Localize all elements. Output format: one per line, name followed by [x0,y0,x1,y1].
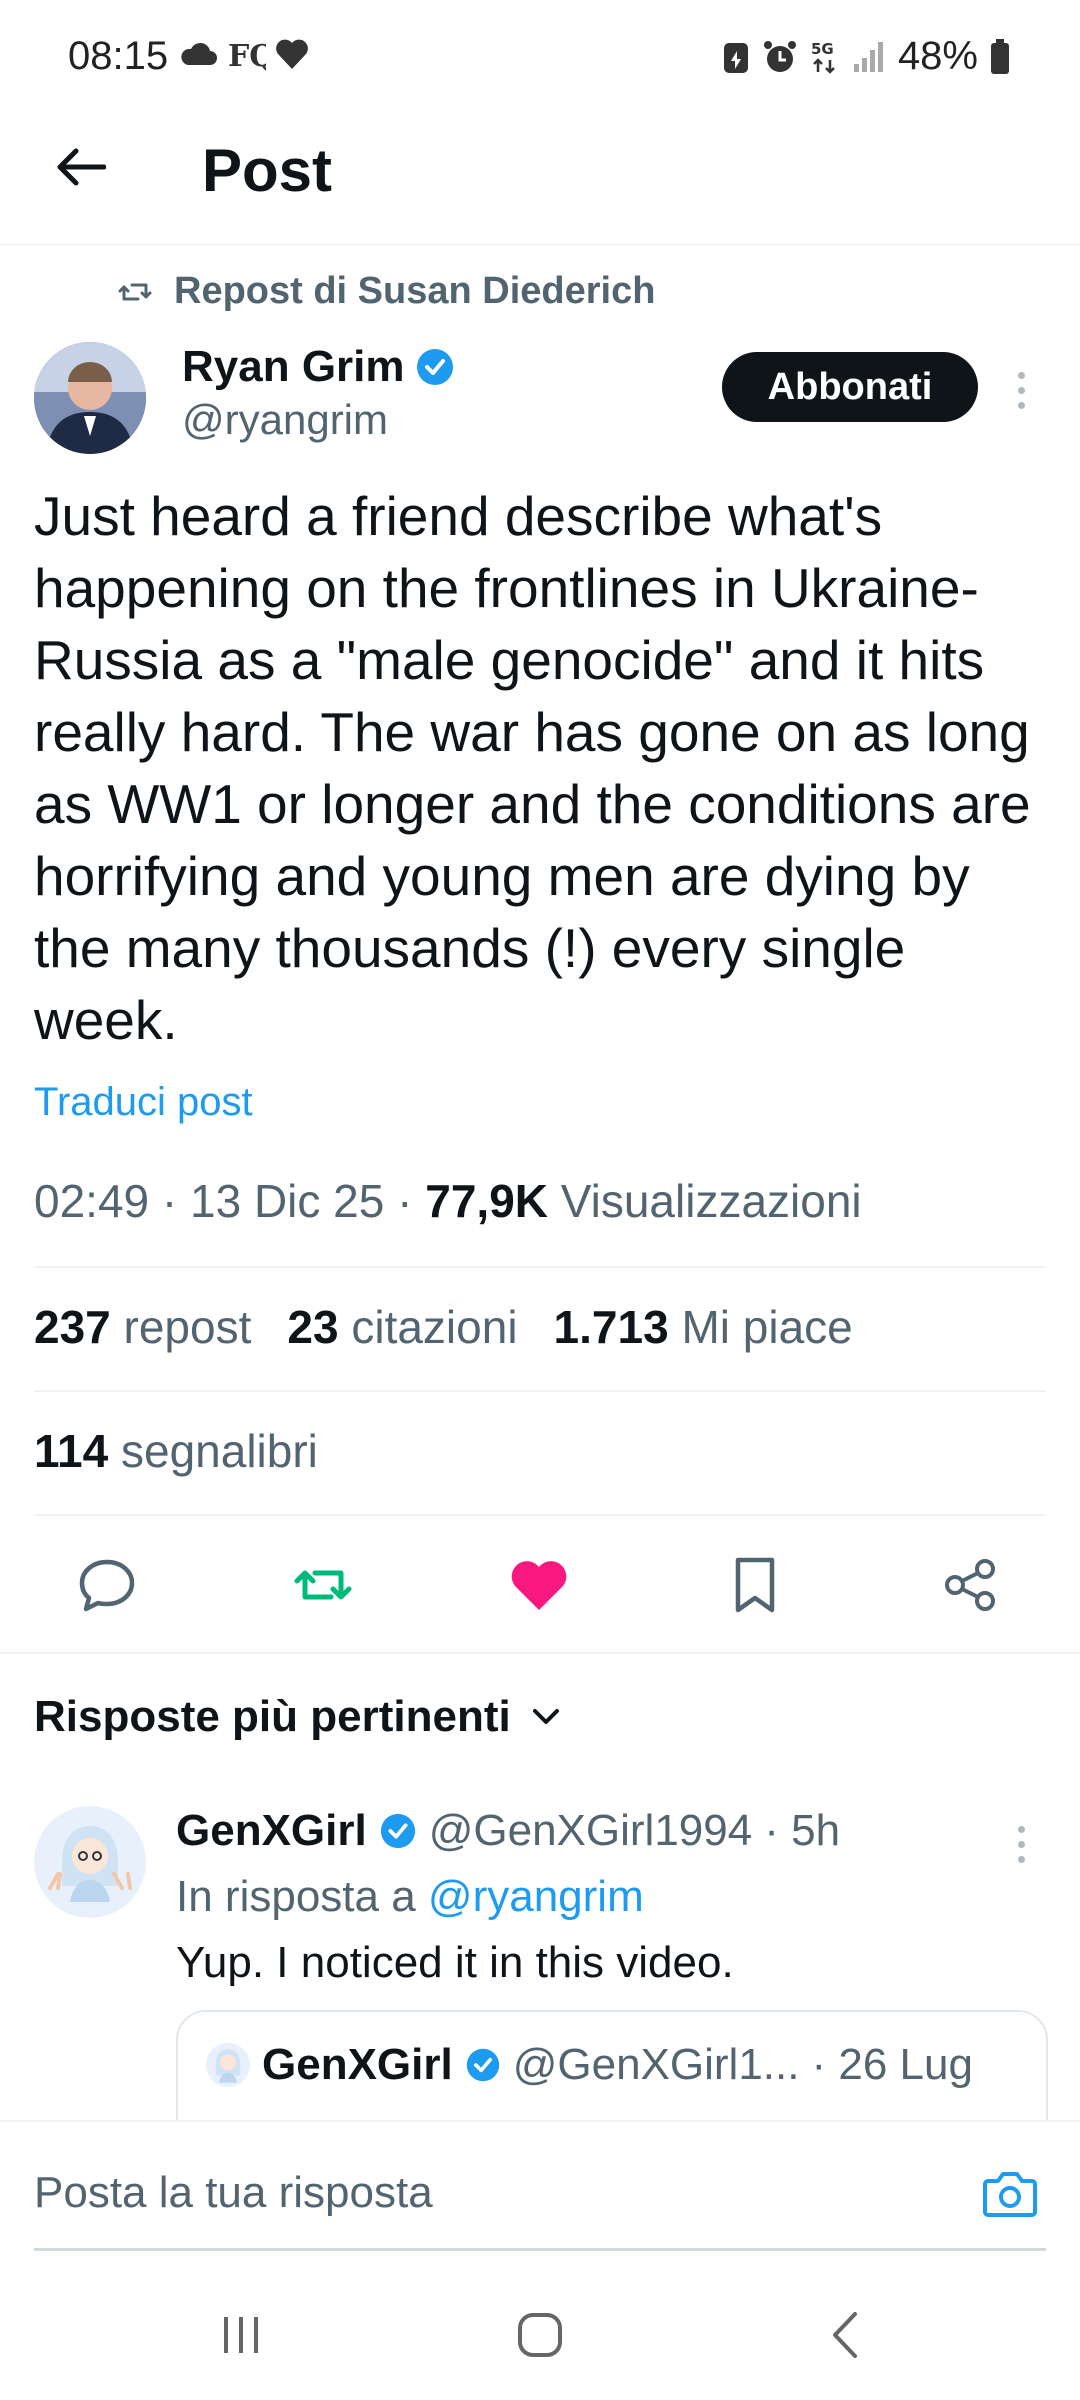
quote-author-name: GenXGirl [262,2040,453,2089]
repost-context[interactable]: Repost di Susan Diederich [118,270,655,313]
likes-label: Mi piace [681,1301,853,1353]
divider [34,1514,1046,1516]
post-time: 02:49 [34,1175,150,1227]
system-nav-bar [0,2270,1080,2400]
quote-date: · 26 Lug [811,2040,973,2089]
verified-badge-icon [466,2048,499,2082]
replies-sort-dropdown[interactable]: Risposte più pertinenti [34,1692,561,1742]
replies-sort-label: Risposte più pertinenti [34,1692,511,1741]
quotes-stat[interactable]: 23 citazioni [287,1300,517,1354]
reply-button[interactable] [62,1540,152,1630]
views-count: 77,9K [425,1175,548,1227]
signal-icon [853,41,883,72]
recent-apps-icon [224,2317,258,2353]
share-button[interactable] [926,1540,1016,1630]
battery-saver-icon [723,42,748,73]
quote-author-handle: @GenXGirl1... [512,2040,800,2089]
post-date: 13 Dic 25 [190,1175,385,1227]
arrow-left-icon [57,148,106,186]
author-name[interactable]: Ryan Grim [182,342,455,392]
camera-button[interactable] [980,2164,1040,2224]
reply-to-prefix: In risposta a [176,1872,416,1921]
home-icon [518,2313,562,2357]
divider [34,1266,1046,1268]
post-meta: 02:49 · 13 Dic 25 · 77,9K Visualizzazion… [34,1174,862,1228]
author-handle[interactable]: @ryangrim [182,396,388,444]
quote-avatar [206,2043,250,2087]
reply-header: GenXGirl @GenXGirl1994 · 5h [176,1806,840,1856]
reposts-count: 237 [34,1301,111,1353]
chevron-left-icon [833,2312,857,2358]
meta-separator: · [397,1175,413,1227]
back-button[interactable] [46,132,116,202]
reply-more-options-icon[interactable] [1006,1814,1036,1874]
reply-avatar[interactable] [34,1806,146,1918]
bookmark-button[interactable] [710,1540,800,1630]
svg-text:FQ: FQ [228,39,266,72]
quotes-label: citazioni [351,1301,518,1353]
repost-icon [294,1570,352,1600]
reply-input[interactable]: Posta la tua risposta [34,2168,433,2218]
divider [34,1390,1046,1392]
like-button[interactable] [494,1540,584,1630]
bookmarks-label: segnalibri [121,1425,318,1477]
heart-filled-icon [511,1561,567,1610]
verified-badge-icon [416,349,453,385]
likes-count: 1.713 [553,1301,669,1353]
share-icon [945,1559,995,1611]
bookmarks-stat[interactable]: 114 segnalibri [34,1424,318,1478]
author-avatar[interactable] [34,342,146,454]
author-name-text: Ryan Grim [182,342,405,391]
section-divider [0,1652,1080,1654]
reposts-stat[interactable]: 237 repost [34,1300,251,1354]
avatar-image [48,1826,132,1902]
repost-icon [118,283,152,300]
heart-icon [276,39,308,69]
reply-author-name[interactable]: GenXGirl [176,1806,367,1856]
network-5g-icon: 5G [811,40,835,74]
status-time: 08:15 [68,34,169,78]
action-bar [0,1540,1080,1630]
alarm-icon [763,40,796,72]
system-back-button[interactable] [800,2300,890,2370]
quotes-count: 23 [287,1301,339,1353]
bookmarks-count: 114 [34,1425,109,1477]
reply-time: · 5h [764,1806,841,1855]
battery-percent: 48% [897,34,978,78]
verified-badge-icon [380,1813,415,1849]
status-right: 5G 48% [722,34,1010,79]
meta-separator: · [161,1175,178,1227]
composer-underline [34,2248,1046,2251]
subscribe-button[interactable]: Abbonati [722,352,978,422]
views-label: Visualizzazioni [560,1175,862,1227]
engagement-stats: 237 repost 23 citazioni 1.713 Mi piace [34,1300,853,1354]
reply-text: Yup. I noticed it in this video. [176,1938,734,1987]
recent-apps-button[interactable] [196,2300,286,2370]
battery-icon [991,38,1009,74]
avatar-image [34,342,146,454]
cloud-icon [181,42,217,65]
chevron-down-icon [532,1709,559,1724]
more-options-icon[interactable] [1006,360,1036,420]
reply-author-handle[interactable]: @GenXGirl1994 [429,1806,753,1856]
page-title: Post [202,137,333,204]
status-left-icons: FQ [178,36,310,72]
status-bar: 08:15 FQ 5G 48% [0,0,1080,120]
reply-icon [79,1559,135,1612]
svg-text:5G: 5G [811,40,834,58]
app-bar [0,120,1080,245]
camera-icon [983,2172,1037,2217]
reply-to-handle[interactable]: @ryangrim [428,1872,644,1921]
post-text: Just heard a friend describe what's happ… [34,485,1031,1051]
reposts-label: repost [123,1301,252,1353]
reply-context: In risposta a @ryangrim [176,1872,644,1922]
translate-link[interactable]: Traduci post [34,1080,253,1125]
quote-header: GenXGirl @GenXGirl1... · 26 Lug [206,2040,973,2090]
home-button[interactable] [495,2300,585,2370]
news-icon: FQ [228,39,266,72]
likes-stat[interactable]: 1.713 Mi piace [554,1300,853,1354]
repost-button[interactable] [278,1540,368,1630]
repost-label: Repost di Susan Diederich [174,270,656,312]
bookmark-icon [735,1557,775,1613]
